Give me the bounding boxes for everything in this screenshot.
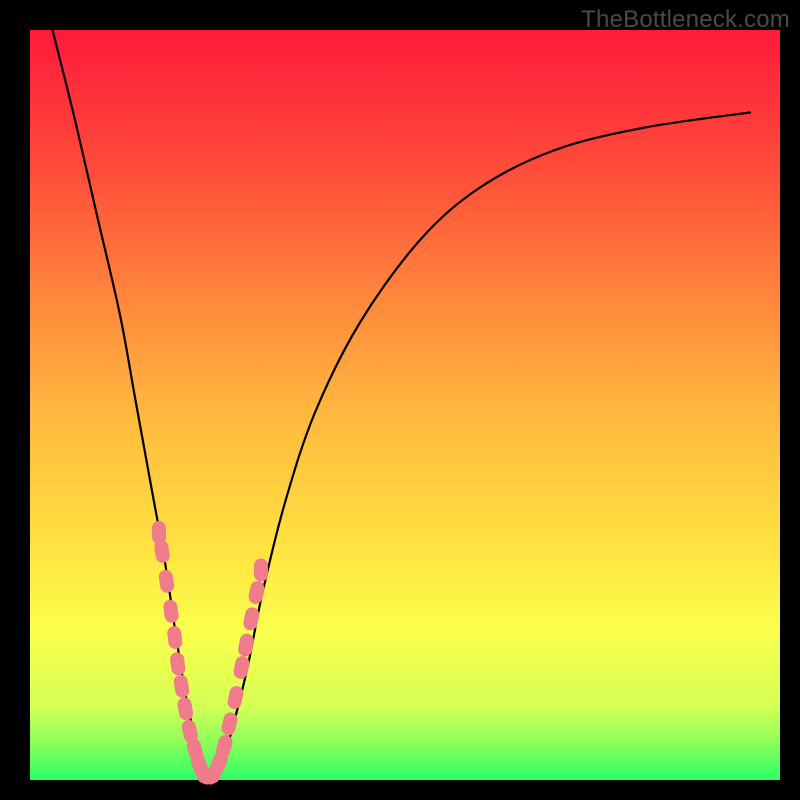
marker-point xyxy=(154,539,170,563)
marker-point xyxy=(243,607,260,631)
marker-point xyxy=(233,655,250,679)
marker-point xyxy=(248,580,265,604)
marker-point xyxy=(163,599,179,623)
bottleneck-curve xyxy=(53,30,751,777)
marker-point xyxy=(237,633,254,657)
marker-cluster xyxy=(153,522,268,787)
marker-point xyxy=(255,559,268,581)
marker-point xyxy=(215,734,233,759)
marker-point xyxy=(221,712,239,736)
marker-point xyxy=(170,652,186,676)
marker-point xyxy=(227,685,244,709)
marker-point xyxy=(177,697,194,721)
marker-point xyxy=(173,674,189,698)
marker-point xyxy=(158,569,174,593)
curve-layer xyxy=(30,30,780,780)
marker-point xyxy=(167,626,183,649)
